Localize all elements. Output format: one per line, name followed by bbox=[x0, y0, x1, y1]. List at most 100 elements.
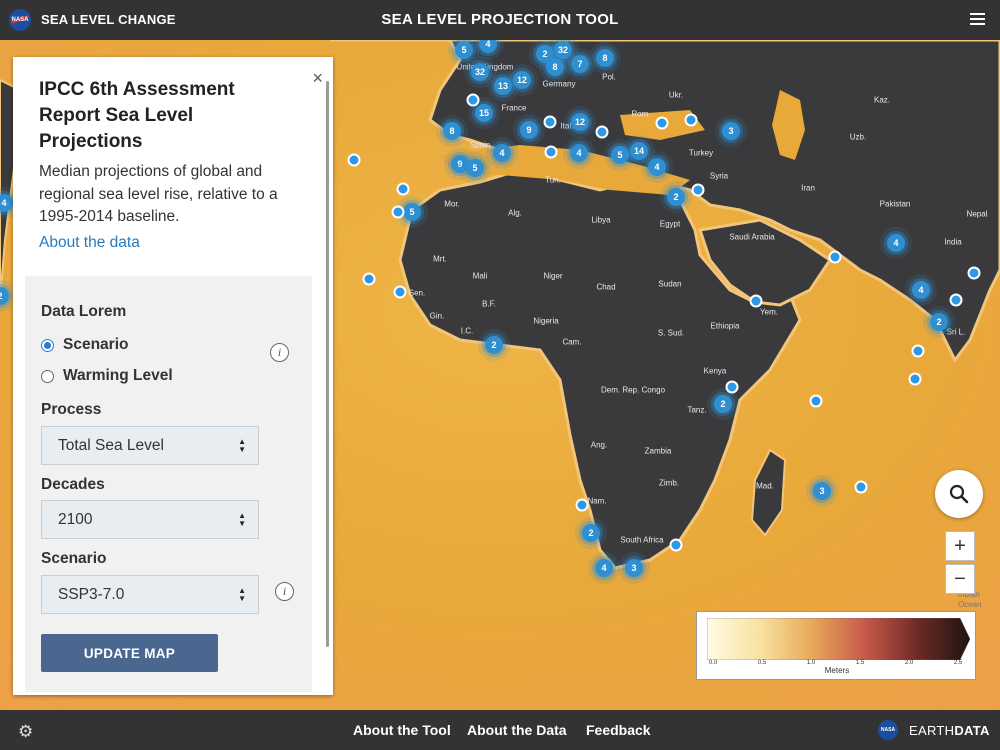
radio-scenario-indicator[interactable] bbox=[41, 338, 54, 352]
decades-select-value: 2100 bbox=[58, 510, 93, 528]
process-select[interactable]: Total Sea Level ▲ ▼ bbox=[41, 426, 259, 465]
app-header: NASA SEA LEVEL CHANGE SEA LEVEL PROJECTI… bbox=[0, 0, 1000, 40]
tide-gauge-station[interactable] bbox=[908, 372, 922, 386]
tide-gauge-station[interactable] bbox=[655, 116, 669, 130]
process-label: Process bbox=[41, 401, 102, 418]
station-cluster[interactable]: 7 bbox=[571, 55, 589, 73]
search-icon bbox=[949, 484, 969, 504]
panel-description: Median projections of global and regiona… bbox=[39, 163, 278, 225]
station-cluster[interactable]: 2 bbox=[714, 395, 732, 413]
tide-gauge-station[interactable] bbox=[967, 266, 981, 280]
station-cluster[interactable]: 4 bbox=[912, 281, 930, 299]
radio-scenario-label: Scenario bbox=[63, 336, 129, 353]
station-cluster[interactable]: 12 bbox=[571, 113, 589, 131]
nasa-footer-logo[interactable]: NASA bbox=[878, 720, 898, 740]
station-cluster[interactable]: 3 bbox=[722, 122, 740, 140]
station-cluster[interactable]: 5 bbox=[466, 159, 484, 177]
about-the-data-link[interactable]: About the data bbox=[39, 234, 140, 252]
zoom-out-button[interactable]: − bbox=[945, 564, 975, 594]
earthdata-logo-text[interactable]: EARTHDATA bbox=[909, 723, 990, 738]
tide-gauge-station[interactable] bbox=[347, 153, 361, 167]
station-cluster[interactable]: 4 bbox=[493, 144, 511, 162]
decades-select[interactable]: 2100 ▲ ▼ bbox=[41, 500, 259, 539]
station-cluster[interactable]: 2 bbox=[582, 524, 600, 542]
tide-gauge-station[interactable] bbox=[543, 115, 557, 129]
station-cluster[interactable]: 9 bbox=[520, 121, 538, 139]
tide-gauge-station[interactable] bbox=[362, 272, 376, 286]
earthdata-suffix: DATA bbox=[954, 723, 990, 738]
station-cluster[interactable]: 32 bbox=[471, 63, 489, 81]
tide-gauge-station[interactable] bbox=[949, 293, 963, 307]
tide-gauge-station[interactable] bbox=[691, 183, 705, 197]
tide-gauge-station[interactable] bbox=[809, 394, 823, 408]
station-cluster[interactable]: 3 bbox=[813, 482, 831, 500]
gear-icon[interactable]: ⚙ bbox=[18, 722, 33, 742]
station-cluster[interactable]: 13 bbox=[494, 77, 512, 95]
update-map-button[interactable]: UPDATE MAP bbox=[41, 634, 218, 672]
tide-gauge-station[interactable] bbox=[396, 182, 410, 196]
station-cluster[interactable]: 2 bbox=[930, 313, 948, 331]
tide-gauge-station[interactable] bbox=[684, 113, 698, 127]
process-select-value: Total Sea Level bbox=[58, 436, 164, 454]
site-name[interactable]: SEA LEVEL CHANGE bbox=[41, 12, 176, 27]
station-cluster[interactable]: 2 bbox=[485, 336, 503, 354]
tide-gauge-station[interactable] bbox=[575, 498, 589, 512]
tide-gauge-station[interactable] bbox=[669, 538, 683, 552]
data-form: Data Lorem Scenario i Warming Level Proc… bbox=[25, 276, 312, 692]
map-legend: 0.0 0.5 1.0 1.5 2.0 2.5 Meters bbox=[696, 611, 976, 680]
projection-panel: × IPCC 6th Assessment Report Sea Level P… bbox=[13, 57, 333, 695]
hamburger-menu-icon[interactable] bbox=[970, 13, 985, 27]
earthdata-prefix: EARTH bbox=[909, 723, 955, 738]
station-cluster[interactable]: 4 bbox=[595, 559, 613, 577]
tide-gauge-station[interactable] bbox=[391, 205, 405, 219]
footer-link-about-data[interactable]: About the Data bbox=[467, 722, 567, 738]
legend-unit-label: Meters bbox=[824, 666, 850, 675]
scenario-type-info-icon[interactable]: i bbox=[270, 343, 289, 362]
station-cluster[interactable]: 12 bbox=[513, 71, 531, 89]
station-cluster[interactable]: 32 bbox=[554, 41, 572, 59]
nasa-logo-text: NASA bbox=[11, 17, 29, 23]
scenario-label: Scenario bbox=[41, 550, 107, 567]
select-arrows-icon: ▲ ▼ bbox=[238, 511, 246, 528]
station-cluster[interactable]: 3 bbox=[625, 559, 643, 577]
scenario-select[interactable]: SSP3-7.0 ▲ ▼ bbox=[41, 575, 259, 614]
station-cluster[interactable]: 8 bbox=[546, 58, 564, 76]
station-cluster[interactable]: 4 bbox=[570, 144, 588, 162]
tide-gauge-station[interactable] bbox=[828, 250, 842, 264]
map-search-button[interactable] bbox=[935, 470, 983, 518]
zoom-in-button[interactable]: + bbox=[945, 531, 975, 561]
station-cluster[interactable]: 2 bbox=[667, 188, 685, 206]
station-cluster[interactable]: 4 bbox=[887, 234, 905, 252]
tide-gauge-station[interactable] bbox=[466, 93, 480, 107]
radio-warming-level-label: Warming Level bbox=[63, 367, 173, 384]
tide-gauge-station[interactable] bbox=[749, 294, 763, 308]
footer-link-feedback[interactable]: Feedback bbox=[586, 722, 651, 738]
close-icon[interactable]: × bbox=[312, 69, 323, 87]
radio-scenario[interactable]: Scenario bbox=[41, 336, 128, 354]
nasa-logo[interactable]: NASA bbox=[9, 9, 31, 31]
station-cluster[interactable]: 8 bbox=[443, 122, 461, 140]
data-label: Data Lorem bbox=[41, 303, 127, 320]
tide-gauge-station[interactable] bbox=[595, 125, 609, 139]
legend-bar-shape bbox=[707, 618, 970, 660]
tide-gauge-station[interactable] bbox=[725, 380, 739, 394]
tide-gauge-station[interactable] bbox=[544, 145, 558, 159]
station-cluster[interactable]: 4 bbox=[648, 158, 666, 176]
panel-scrollbar[interactable] bbox=[326, 81, 329, 647]
footer-link-about-tool[interactable]: About the Tool bbox=[353, 722, 451, 738]
decades-label: Decades bbox=[41, 476, 105, 493]
station-cluster[interactable]: 15 bbox=[475, 104, 493, 122]
station-cluster[interactable]: 5 bbox=[455, 41, 473, 59]
tide-gauge-station[interactable] bbox=[911, 344, 925, 358]
radio-warming-level[interactable]: Warming Level bbox=[41, 367, 173, 385]
scenario-info-icon[interactable]: i bbox=[275, 582, 294, 601]
scenario-select-value: SSP3-7.0 bbox=[58, 585, 125, 603]
radio-warming-level-indicator[interactable] bbox=[41, 369, 54, 383]
tide-gauge-station[interactable] bbox=[854, 480, 868, 494]
station-cluster[interactable]: 5 bbox=[403, 203, 421, 221]
station-cluster[interactable]: 8 bbox=[596, 49, 614, 67]
station-cluster[interactable]: 14 bbox=[630, 142, 648, 160]
select-arrows-icon: ▲ ▼ bbox=[238, 586, 246, 603]
station-cluster[interactable]: 5 bbox=[611, 146, 629, 164]
tide-gauge-station[interactable] bbox=[393, 285, 407, 299]
